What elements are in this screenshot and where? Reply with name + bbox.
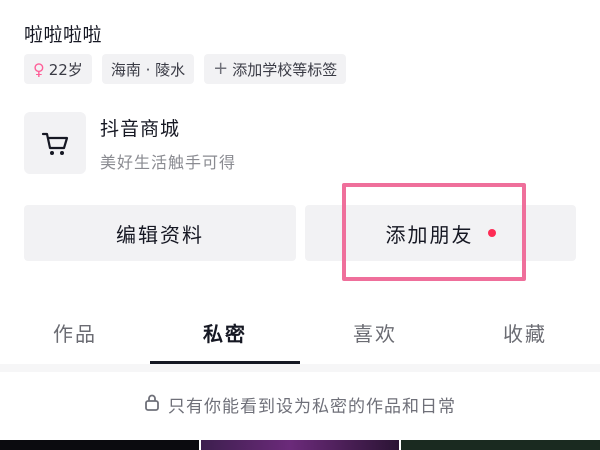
- private-notice: 只有你能看到设为私密的作品和日常: [0, 384, 600, 424]
- age-tag[interactable]: ♀ 22岁: [24, 54, 92, 84]
- lock-icon: [144, 393, 160, 416]
- tab-likes[interactable]: 喜欢: [300, 300, 450, 364]
- female-icon: ♀: [33, 59, 45, 79]
- tab-favorites[interactable]: 收藏: [450, 300, 600, 364]
- add-friend-label: 添加朋友: [385, 222, 474, 247]
- tabs-divider: [0, 364, 600, 372]
- age-tag-label: 22岁: [48, 60, 83, 79]
- add-school-tag[interactable]: + 添加学校等标签: [204, 54, 347, 84]
- profile-tags: ♀ 22岁 海南 · 陵水 + 添加学校等标签: [24, 54, 347, 84]
- video-thumbnail[interactable]: [200, 440, 400, 450]
- add-school-tag-label: 添加学校等标签: [232, 60, 338, 79]
- video-thumbnails: [0, 440, 600, 450]
- cart-icon: [24, 112, 86, 174]
- location-tag-label: 海南 · 陵水: [110, 60, 186, 79]
- tab-private[interactable]: 私密: [150, 300, 300, 364]
- location-tag[interactable]: 海南 · 陵水: [101, 54, 195, 84]
- video-thumbnail[interactable]: [401, 440, 600, 450]
- private-notice-text: 只有你能看到设为私密的作品和日常: [168, 396, 456, 417]
- edit-profile-button[interactable]: 编辑资料: [24, 205, 296, 261]
- shop-entry[interactable]: 抖音商城 美好生活触手可得: [24, 112, 236, 174]
- shop-title: 抖音商城: [100, 117, 181, 140]
- profile-page: 啦啦啦啦 ♀ 22岁 海南 · 陵水 + 添加学校等标签 抖音商城 美好生活触手…: [0, 0, 600, 450]
- edit-profile-label: 编辑资料: [116, 222, 204, 247]
- shop-subtitle: 美好生活触手可得: [100, 152, 237, 172]
- notification-dot: [487, 229, 496, 237]
- add-friend-button[interactable]: 添加朋友: [305, 205, 576, 261]
- plus-icon: +: [213, 58, 229, 79]
- shop-text: 抖音商城 美好生活触手可得: [100, 114, 236, 173]
- profile-bio: 啦啦啦啦: [24, 24, 103, 46]
- tab-works[interactable]: 作品: [0, 300, 150, 364]
- profile-tabs: 作品 私密 喜欢 收藏: [0, 300, 600, 364]
- video-thumbnail[interactable]: [0, 440, 199, 450]
